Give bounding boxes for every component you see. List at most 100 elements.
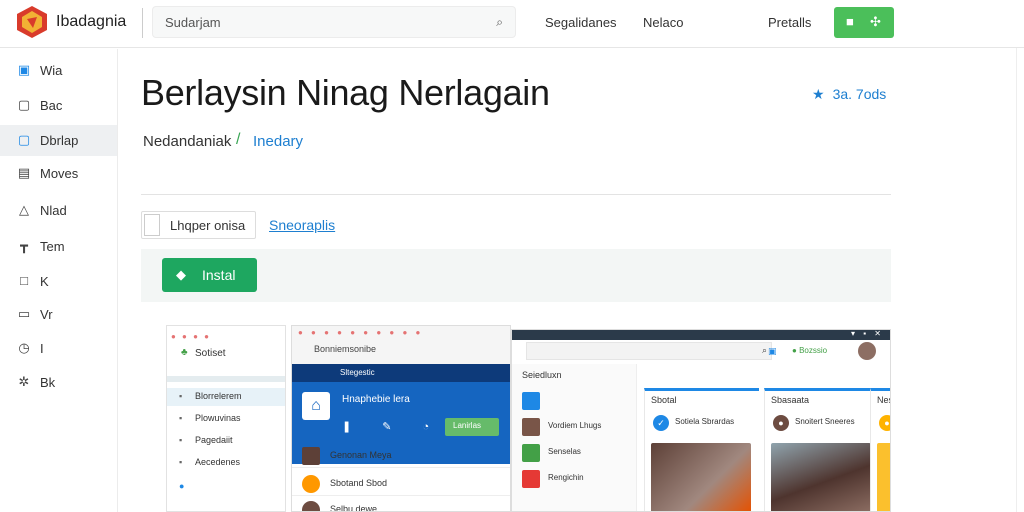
- shot3-card-1: Sbotal ✓ Sotiela Sbrardas: [644, 388, 759, 511]
- sidebar-item-label: Dbrlap: [40, 133, 79, 148]
- shot2-nav-text: Sltegestic: [340, 368, 375, 377]
- search-input[interactable]: Sudarjam ⌕: [152, 6, 516, 38]
- list-item: Vordiem Lhugs: [512, 414, 637, 438]
- list-item: Selbu dewe: [292, 498, 510, 512]
- shot1-app-name: Sotiset: [195, 348, 226, 359]
- wishlist-toggle[interactable]: Lhqper onisa: [141, 211, 256, 239]
- nav-link-3[interactable]: Pretalls: [768, 15, 811, 30]
- section-divider: [141, 194, 891, 195]
- brand-name[interactable]: Ibadagnia: [56, 13, 126, 31]
- image-icon: ▣: [17, 62, 31, 77]
- right-edge-divider: [1016, 48, 1017, 512]
- list-item: ▪ Plowuvinas: [167, 410, 285, 428]
- screenshot-3[interactable]: ▾ ▪ ✕ ⌕ ▣ ● Bozssio Seiedluxn Vordiem Lh…: [511, 329, 891, 512]
- sidebar-item-label: I: [40, 341, 44, 356]
- shot2-title: Hnaphebie lera: [342, 394, 410, 405]
- list-item-label: Senselas: [548, 447, 581, 456]
- install-label: Instal: [202, 267, 236, 283]
- sidebar-item-8[interactable]: ▭ Vr: [0, 299, 117, 330]
- sidebar-item-label: Vr: [40, 307, 53, 322]
- download-icon: ◆: [176, 267, 186, 282]
- clock-icon: ◷: [18, 340, 30, 355]
- window-controls: ● ● ● ● ● ● ● ● ● ●: [298, 328, 424, 337]
- list-item: ▪ Aecedenes: [167, 454, 285, 472]
- screenshot-2[interactable]: ● ● ● ● ● ● ● ● ● ● Bonniemsonibe Sltege…: [291, 325, 511, 512]
- folder-icon: ▪: [179, 457, 183, 467]
- category-link[interactable]: Inedary: [253, 133, 303, 150]
- shot3-list: Seiedluxn Vordiem Lhugs Senselas Rengich…: [512, 364, 637, 511]
- app-title: Berlaysin Ninag Nerlagain: [141, 72, 550, 113]
- list-item: ●: [167, 478, 285, 496]
- wishlist-checkbox[interactable]: [144, 214, 160, 236]
- avatar-icon: ●: [179, 481, 185, 491]
- app-icon: ♣: [181, 347, 188, 358]
- list-item: Sbotand Sbod: [292, 472, 510, 496]
- square-icon: ▢: [17, 97, 31, 112]
- shot3-status-text: Bozssio: [799, 346, 828, 355]
- install-button[interactable]: ◆ Instal: [162, 258, 257, 292]
- sidebar-item-label: Tem: [40, 239, 65, 254]
- header-action-button[interactable]: ■ ✣: [834, 7, 894, 38]
- card-sub: Snoitert Sneeres: [795, 417, 855, 426]
- thumb-icon: [522, 470, 540, 488]
- card-sub: Sotiela Sbrardas: [675, 417, 735, 426]
- sidebar-item-10[interactable]: ✲ Bk: [0, 367, 117, 398]
- thumb-icon: [522, 418, 540, 436]
- list-item-label: Blorrelerem: [195, 391, 242, 401]
- photo-thumbnail: [877, 443, 890, 511]
- list-item-label: Aecedenes: [195, 457, 241, 467]
- shot2-toolbar: ● ● ● ● ● ● ● ● ● ● Bonniemsonibe: [292, 326, 510, 364]
- sidebar-item-9[interactable]: ◷ I: [0, 333, 117, 364]
- list-item-label: Sbotand Sbod: [330, 478, 388, 488]
- folder-icon: ▪: [179, 413, 183, 423]
- star-icon: ★: [812, 86, 825, 102]
- logo-icon[interactable]: [16, 5, 48, 39]
- sidebar-item-label: Wia: [40, 63, 63, 78]
- rating-text: 3a. 7ods: [832, 86, 887, 102]
- list-item-label: Selbu dewe: [330, 504, 378, 512]
- film-icon: ▤: [17, 165, 31, 180]
- shot3-status: ● Bozssio: [792, 346, 828, 355]
- list-item: Rengichin: [512, 466, 637, 490]
- doc-icon: ▭: [17, 306, 31, 321]
- developer-name[interactable]: Nedandaniak: [143, 133, 231, 150]
- sidebar-item-7[interactable]: □ K: [0, 266, 117, 297]
- nav-link-2[interactable]: Nelaco: [643, 15, 683, 30]
- search-icon: ⌕: [761, 345, 767, 355]
- screenshot-1[interactable]: ● ● ● ● ♣ Sotiset ▪ Blorrelerem ▪ Plowuv…: [166, 325, 286, 512]
- nav-link-1[interactable]: Segalidanes: [545, 15, 617, 30]
- shot3-card-3: Nes ●: [870, 388, 890, 511]
- sidebar-item-label: K: [40, 274, 49, 289]
- screenshots-link[interactable]: Sneoraplis: [269, 217, 335, 233]
- subtitle-separator: /: [236, 131, 241, 148]
- sidebar-item-label: Bk: [40, 375, 56, 390]
- pyramid-icon: △: [19, 202, 29, 217]
- window-controls: ▾ ▪ ✕: [851, 329, 884, 338]
- sidebar-item-2[interactable]: ▢ Bac: [0, 90, 117, 121]
- sidebar-item-label: Moves: [40, 166, 79, 181]
- list-item-label: Genonan Meya: [330, 450, 392, 460]
- list-item-label: Pagedaiit: [195, 435, 233, 445]
- box-icon: □: [20, 273, 28, 288]
- list-item: Senselas: [512, 440, 637, 464]
- gear-icon: ✲: [18, 374, 30, 389]
- search-icon[interactable]: ⌕: [496, 15, 503, 30]
- photo-thumbnail: [651, 443, 751, 511]
- thumb-icon: [522, 392, 540, 410]
- shot1-bar: [167, 376, 285, 382]
- home-icon: ⌂: [302, 392, 330, 420]
- sidebar-item-label: Bac: [40, 98, 63, 113]
- sidebar-item-1[interactable]: ▣ Wia: [0, 55, 117, 86]
- sidebar-item-3[interactable]: ▢ Dbrlap: [0, 125, 117, 156]
- chat-icon: ■: [846, 14, 854, 29]
- shot2-button: Lanirlas: [445, 418, 499, 436]
- folder-icon: ▪: [179, 435, 183, 445]
- shot3-titlebar: ▾ ▪ ✕: [512, 330, 890, 340]
- sidebar-item-4[interactable]: ▤ Moves: [0, 158, 117, 189]
- sidebar-item-6[interactable]: ┳ Tem: [0, 231, 117, 262]
- window-controls: ● ● ● ●: [171, 332, 211, 341]
- shot2-navbar: [292, 364, 510, 382]
- sidebar-item-5[interactable]: △ Nlad: [0, 195, 117, 226]
- rating[interactable]: ★ 3a. 7ods: [812, 86, 886, 103]
- card-head: Nes: [877, 395, 890, 405]
